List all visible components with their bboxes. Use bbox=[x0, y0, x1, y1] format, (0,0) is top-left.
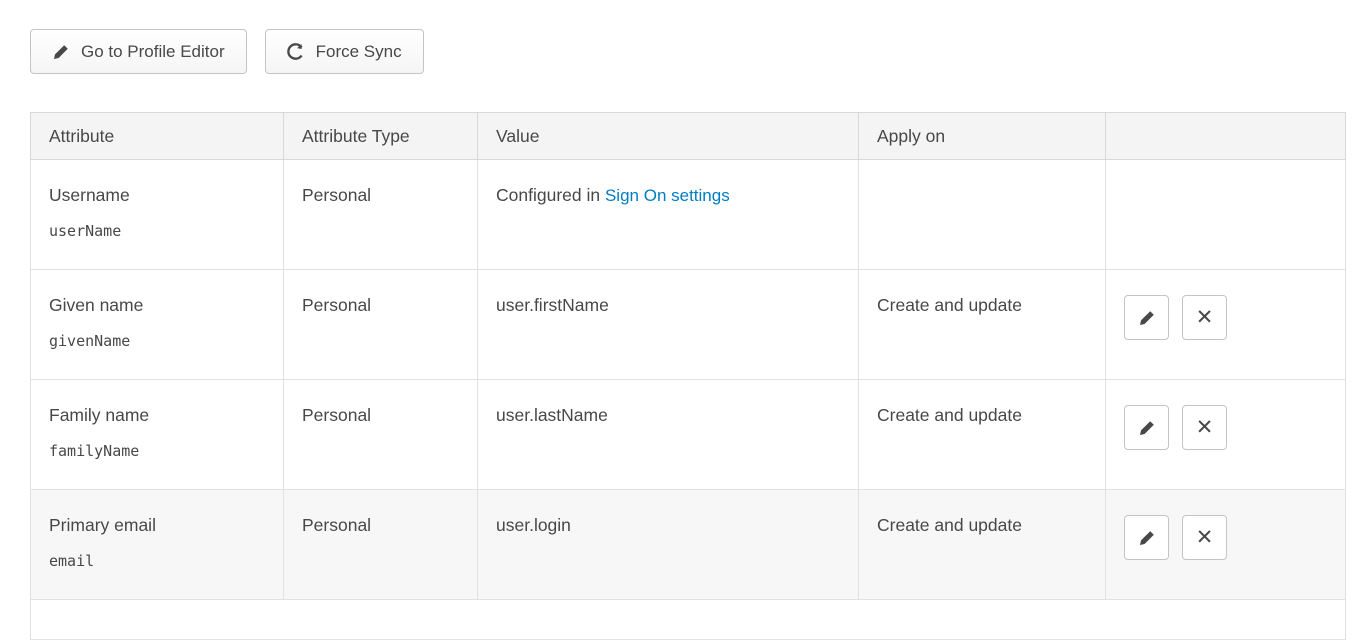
edit-attribute-button[interactable] bbox=[1124, 295, 1169, 340]
attribute-mapping-table: Attribute Attribute Type Value Apply on … bbox=[30, 112, 1346, 640]
pencil-icon bbox=[1139, 310, 1155, 326]
attribute-label: Primary email bbox=[49, 515, 265, 536]
table-row-username: Username userName Personal Configured in… bbox=[31, 160, 1346, 270]
row-actions: ✕ bbox=[1124, 405, 1327, 450]
attribute-type: Personal bbox=[302, 515, 371, 535]
attribute-label: Username bbox=[49, 185, 265, 206]
attribute-mappings-page: Go to Profile Editor Force Sync Attribut… bbox=[0, 0, 1370, 640]
pencil-icon bbox=[52, 43, 70, 61]
value-text: user.firstName bbox=[496, 295, 609, 315]
edit-attribute-button[interactable] bbox=[1124, 405, 1169, 450]
remove-attribute-button[interactable]: ✕ bbox=[1182, 515, 1227, 560]
table-row-primary-email: Primary email email Personal user.login … bbox=[31, 490, 1346, 600]
row-actions: ✕ bbox=[1124, 515, 1327, 560]
force-sync-label: Force Sync bbox=[316, 42, 402, 62]
attribute-type: Personal bbox=[302, 185, 371, 205]
table-row-given-name: Given name givenName Personal user.first… bbox=[31, 270, 1346, 380]
attribute-variable: familyName bbox=[49, 442, 265, 460]
value-text: Configured in bbox=[496, 185, 605, 205]
attribute-label: Given name bbox=[49, 295, 265, 316]
toolbar: Go to Profile Editor Force Sync bbox=[30, 29, 1345, 74]
table-row-family-name: Family name familyName Personal user.las… bbox=[31, 380, 1346, 490]
attribute-type: Personal bbox=[302, 295, 371, 315]
close-icon: ✕ bbox=[1196, 307, 1214, 328]
row-actions: ✕ bbox=[1124, 295, 1327, 340]
table-row-empty bbox=[31, 600, 1346, 640]
attribute-type: Personal bbox=[302, 405, 371, 425]
go-to-profile-editor-button[interactable]: Go to Profile Editor bbox=[30, 29, 247, 74]
remove-attribute-button[interactable]: ✕ bbox=[1182, 295, 1227, 340]
refresh-icon bbox=[287, 43, 305, 61]
close-icon: ✕ bbox=[1196, 527, 1214, 548]
column-header-attribute: Attribute bbox=[31, 113, 284, 160]
column-header-actions bbox=[1106, 113, 1346, 160]
remove-attribute-button[interactable]: ✕ bbox=[1182, 405, 1227, 450]
edit-attribute-button[interactable] bbox=[1124, 515, 1169, 560]
attribute-variable: userName bbox=[49, 222, 265, 240]
column-header-value: Value bbox=[478, 113, 859, 160]
sign-on-settings-link[interactable]: Sign On settings bbox=[605, 186, 730, 205]
apply-on-text: Create and update bbox=[877, 515, 1022, 535]
attribute-label: Family name bbox=[49, 405, 265, 426]
apply-on-text: Create and update bbox=[877, 295, 1022, 315]
table-header: Attribute Attribute Type Value Apply on bbox=[31, 113, 1346, 160]
attribute-variable: email bbox=[49, 552, 265, 570]
close-icon: ✕ bbox=[1196, 417, 1214, 438]
attribute-variable: givenName bbox=[49, 332, 265, 350]
apply-on-text: Create and update bbox=[877, 405, 1022, 425]
pencil-icon bbox=[1139, 530, 1155, 546]
go-to-profile-editor-label: Go to Profile Editor bbox=[81, 42, 225, 62]
pencil-icon bbox=[1139, 420, 1155, 436]
value-text: user.login bbox=[496, 515, 571, 535]
column-header-attribute-type: Attribute Type bbox=[284, 113, 478, 160]
column-header-apply-on: Apply on bbox=[859, 113, 1106, 160]
force-sync-button[interactable]: Force Sync bbox=[265, 29, 424, 74]
value-text: user.lastName bbox=[496, 405, 608, 425]
